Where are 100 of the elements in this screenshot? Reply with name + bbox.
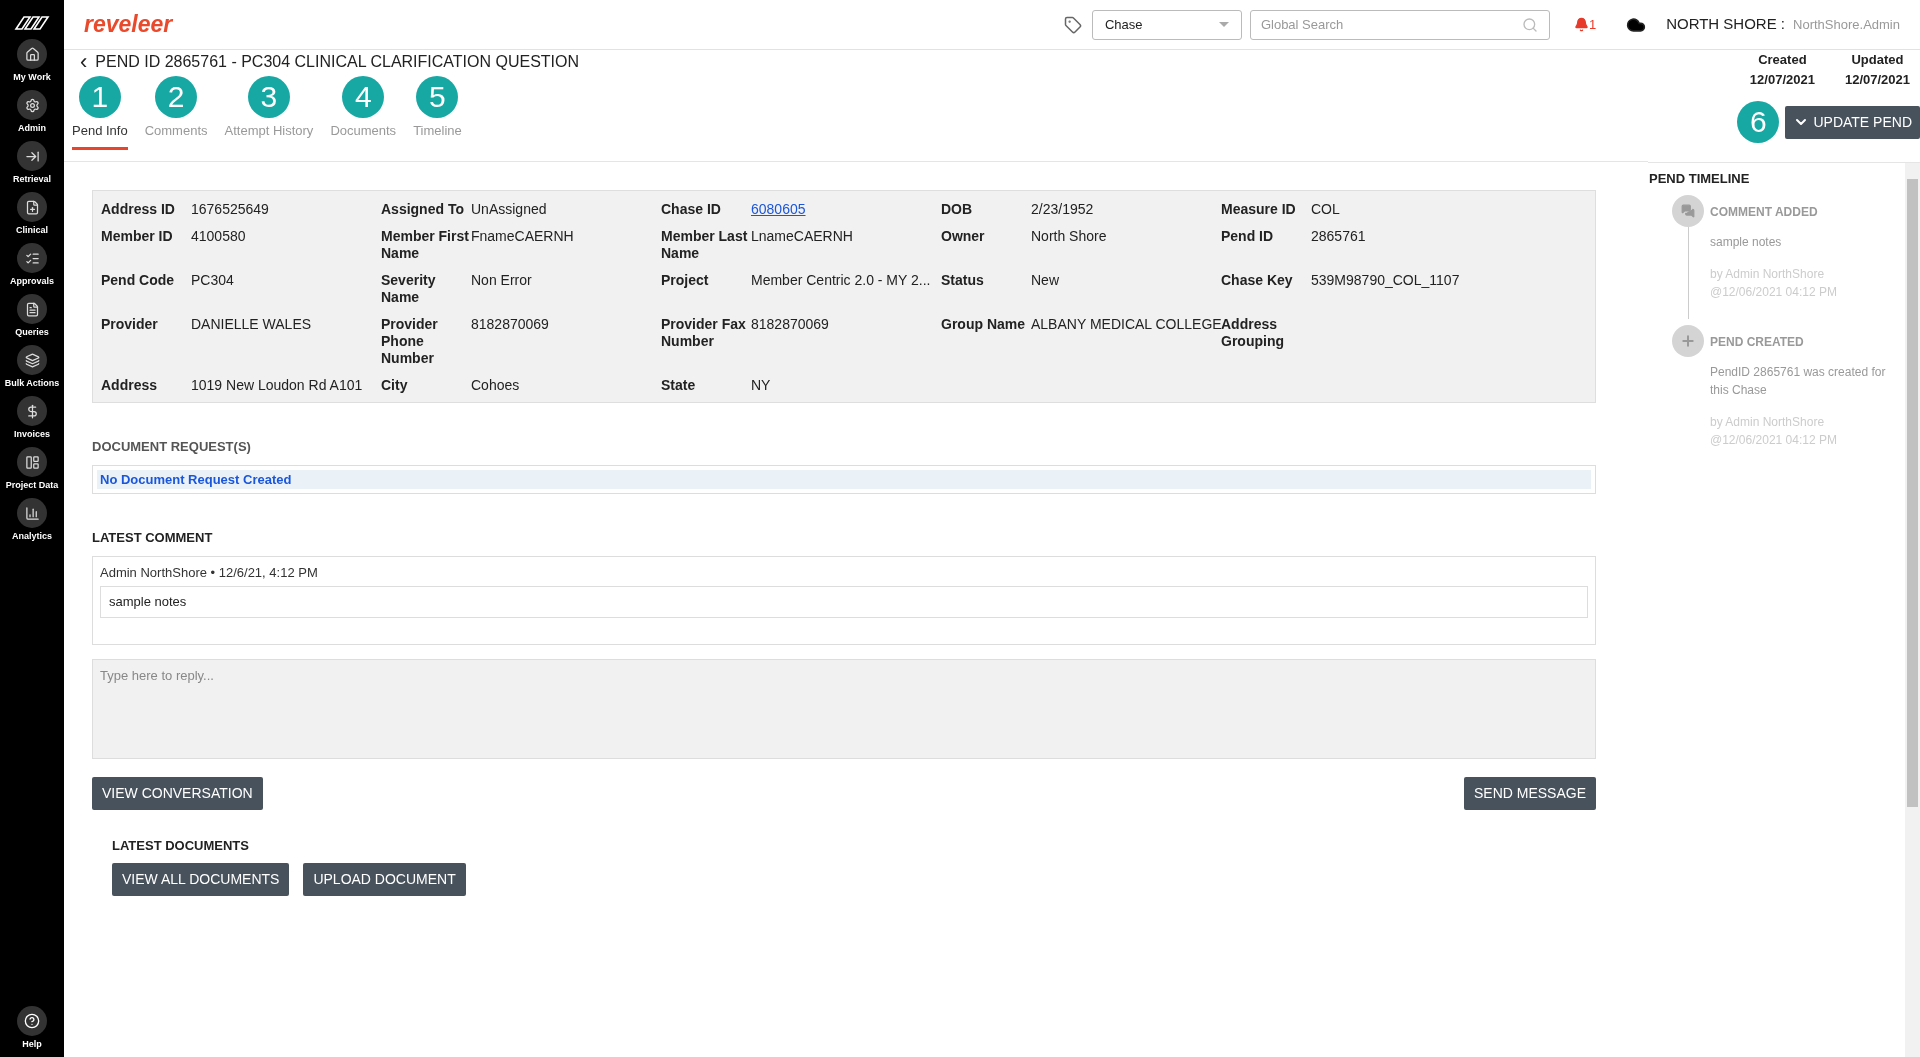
field-value: UnAssigned (471, 201, 547, 218)
field-label: City (381, 377, 409, 394)
field-label: Member ID (101, 228, 174, 246)
sidebar-item[interactable]: Clinical (0, 192, 64, 243)
sidebar-item[interactable]: My Work (0, 39, 64, 90)
step-badge: 3 (247, 76, 290, 118)
field-value: ALBANY MEDICAL COLLEGE (1031, 316, 1222, 333)
field-value: DANIELLE WALES (191, 316, 312, 333)
notification-button[interactable]: 1 (1573, 14, 1597, 35)
brand-logo: reveleer (84, 10, 173, 40)
field-label: DOB (941, 201, 974, 218)
field-value: North Shore (1031, 228, 1107, 245)
sidebar-item[interactable]: Approvals (0, 243, 64, 294)
field-value: 8182870069 (471, 316, 549, 333)
gear-icon (24, 97, 40, 113)
field-value: 539M98790_COL_1107 (1311, 272, 1460, 289)
field-value: NY (751, 377, 771, 394)
back-button[interactable]: ‹ (80, 51, 88, 73)
chat-icon (1681, 203, 1695, 218)
field-label: Member First Name (381, 228, 470, 262)
scrollbar[interactable] (1905, 163, 1920, 1057)
field-label: Assigned To (381, 201, 465, 218)
step-badge: 6 (1737, 101, 1780, 143)
field-value: FnameCAERNH (471, 228, 574, 245)
send-message-button[interactable]: SEND MESSAGE (1463, 776, 1596, 810)
field-value: Non Error (471, 272, 532, 289)
section-title: DOCUMENT REQUEST(S) (92, 438, 252, 456)
sidebar-item[interactable]: Analytics (0, 498, 64, 549)
field-value: Member Centric 2.0 - MY 2... (751, 272, 931, 289)
field-label: State (661, 377, 697, 394)
event-title: COMMENT ADDED (1710, 203, 1819, 221)
field-label: Pend Code (101, 272, 176, 290)
field-label: Address (101, 377, 159, 394)
sidebar-item[interactable]: Invoices (0, 396, 64, 447)
help-icon (24, 1012, 40, 1029)
plus-icon (1680, 332, 1696, 349)
sidebar-item[interactable]: Bulk Actions (0, 345, 64, 396)
event-title: PEND CREATED (1710, 333, 1805, 351)
field-value: COL (1311, 201, 1340, 218)
comment-text: sample notes (100, 586, 1588, 618)
created-label: Created (1757, 51, 1808, 69)
timeline-title: PEND TIMELINE (1649, 170, 1751, 188)
bell-icon (1573, 17, 1589, 32)
document-button[interactable]: UPLOAD DOCUMENT (303, 863, 466, 896)
field-label: Chase ID (661, 201, 722, 218)
user-name: NorthShore.Admin (1793, 15, 1900, 34)
update-pend-button[interactable]: UPDATE PEND (1785, 105, 1920, 139)
field-label: Provider Phone Number (381, 316, 439, 367)
event-text: sample notes (1710, 233, 1783, 251)
step-badge: 5 (416, 76, 459, 118)
document-button[interactable]: VIEW ALL DOCUMENTS (112, 863, 290, 896)
dropdown-arrow-icon (1218, 22, 1229, 27)
field-label: Measure ID (1221, 201, 1297, 218)
sidebar-item[interactable]: Retrieval (0, 141, 64, 192)
comment-author: Admin NorthShore • 12/6/21, 4:12 PM (100, 563, 319, 582)
updated-label: Updated (1850, 51, 1905, 69)
logo-icon (14, 15, 50, 31)
sidebar-item[interactable]: Queries (0, 294, 64, 345)
chase-link[interactable]: 6080605 (751, 201, 806, 218)
field-value: PC304 (191, 272, 234, 289)
event-text: PendID 2865761 was created for this Chase (1710, 363, 1887, 399)
field-value: Cohoes (471, 377, 520, 394)
field-value: 1676525649 (191, 201, 269, 218)
type-select[interactable]: Chase (1091, 9, 1242, 40)
field-label: Provider (101, 316, 159, 334)
step-badge: 4 (342, 76, 385, 118)
created-date: 12/07/2021 (1749, 70, 1815, 89)
panels-icon (24, 454, 40, 470)
field-label: Address Grouping (1221, 316, 1285, 351)
field-label: Chase Key (1221, 272, 1294, 290)
field-value: 8182870069 (751, 316, 829, 333)
home-icon (24, 46, 40, 62)
field-label: Address ID (101, 201, 176, 218)
field-label: Owner (941, 228, 986, 246)
file-plus-icon (24, 199, 40, 215)
search-field[interactable]: Global Search (1249, 9, 1550, 40)
reply-field[interactable]: Type here to reply... (92, 658, 1596, 759)
field-label: Status (941, 272, 985, 290)
step-badge: 2 (155, 76, 198, 118)
org-name: NORTH SHORE : (1666, 14, 1786, 35)
field-label: Group Name (941, 316, 1026, 334)
field-value: 2865761 (1311, 228, 1366, 245)
view-conversation-button[interactable]: VIEW CONVERSATION (92, 776, 263, 810)
updated-date: 12/07/2021 (1844, 70, 1910, 89)
sidebar-item[interactable]: Admin (0, 90, 64, 141)
field-value: 1019 New Loudon Rd A101 (191, 377, 363, 394)
section-title: LATEST DOCUMENTS (112, 836, 250, 855)
empty-message: No Document Request Created (97, 469, 1591, 489)
document-icon (24, 301, 40, 317)
field-label: Project (661, 272, 710, 290)
bar-chart-icon (24, 505, 40, 521)
tag-icon (1063, 15, 1082, 34)
field-label: Pend ID (1221, 228, 1275, 246)
field-value: 4100580 (191, 228, 246, 245)
tab[interactable]: Pend Info (72, 121, 128, 150)
field-value: New (1031, 272, 1059, 289)
step-badge: 1 (78, 76, 121, 118)
sidebar-item[interactable]: Project Data (0, 447, 64, 498)
field-label: Provider Fax Number (661, 316, 747, 351)
section-title: LATEST COMMENT (92, 529, 214, 547)
